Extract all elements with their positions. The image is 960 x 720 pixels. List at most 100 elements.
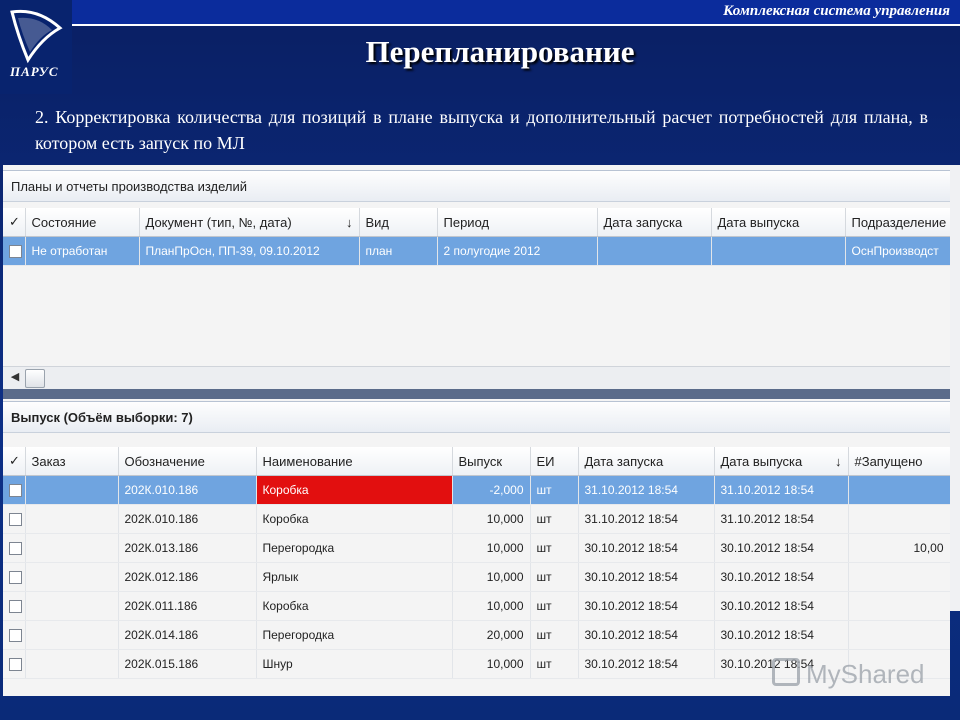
order-cell xyxy=(25,504,119,534)
release-cell: 30.10.2012 18:54 xyxy=(714,562,849,592)
state-cell: Не отработан xyxy=(25,236,140,266)
launch-cell: 30.10.2012 18:54 xyxy=(578,649,715,679)
launch-cell: 31.10.2012 18:54 xyxy=(578,504,715,534)
code-cell: 202К.010.186 xyxy=(118,475,257,505)
release-cell: 30.10.2012 18:54 xyxy=(714,591,849,621)
qty-cell: 20,000 xyxy=(452,620,531,650)
name-cell: Шнур xyxy=(256,649,453,679)
launch-cell: 30.10.2012 18:54 xyxy=(578,620,715,650)
output-panel-title: Выпуск (Объём выборки: 7) xyxy=(3,401,950,433)
code-cell: 202К.010.186 xyxy=(118,504,257,534)
row-checkbox[interactable] xyxy=(9,600,22,614)
description-text: 2. Корректировка количества для позиций … xyxy=(35,107,928,153)
period-cell: 2 полугодие 2012 xyxy=(437,236,598,266)
column-header-launch[interactable]: Дата запуска xyxy=(578,447,715,476)
release-cell: 31.10.2012 18:54 xyxy=(714,475,849,505)
unit-cell: шт xyxy=(530,591,579,621)
order-cell xyxy=(25,475,119,505)
launch-cell: 31.10.2012 18:54 xyxy=(578,475,715,505)
column-header-period[interactable]: Период xyxy=(437,208,598,237)
check-column-header[interactable]: ✓ xyxy=(3,208,26,237)
code-cell: 202К.013.186 xyxy=(118,533,257,563)
column-header-unit[interactable]: ЕИ xyxy=(530,447,579,476)
plans-panel-title: Планы и отчеты производства изделий xyxy=(3,170,950,202)
unit-cell: шт xyxy=(530,649,579,679)
row-checkbox[interactable] xyxy=(9,513,22,527)
watermark: MyShared xyxy=(772,658,925,690)
row-checkbox[interactable] xyxy=(9,542,22,556)
name-cell: Коробка xyxy=(256,591,453,621)
order-cell xyxy=(25,620,119,650)
release-cell: 30.10.2012 18:54 xyxy=(714,533,849,563)
code-cell: 202К.011.186 xyxy=(118,591,257,621)
header-divider xyxy=(72,24,960,26)
column-header-launch-date[interactable]: Дата запуска xyxy=(597,208,712,237)
column-header-document[interactable]: Документ (тип, №, дата) ↓ xyxy=(139,208,360,237)
column-header-kind[interactable]: Вид xyxy=(359,208,438,237)
scroll-thumb[interactable] xyxy=(25,369,45,388)
scroll-left-icon[interactable]: ◀ xyxy=(7,369,23,385)
table-row[interactable]: 202К.010.186 Коробка -2,000 шт 31.10.201… xyxy=(3,475,950,505)
row-checkbox[interactable] xyxy=(9,658,22,672)
column-header-order[interactable]: Заказ xyxy=(25,447,119,476)
row-checkbox[interactable] xyxy=(9,245,22,259)
code-cell: 202К.012.186 xyxy=(118,562,257,592)
output-table: ✓ Заказ Обозначение Наименование Выпуск … xyxy=(3,447,950,679)
check-column-header[interactable]: ✓ xyxy=(3,447,26,476)
column-header-department[interactable]: Подразделение xyxy=(845,208,950,237)
department-cell: ОснПроизводст xyxy=(845,236,950,266)
side-strip xyxy=(950,165,960,611)
horizontal-scrollbar[interactable]: ◀ xyxy=(3,366,950,389)
app-window: Планы и отчеты производства изделий ✓ Со… xyxy=(3,165,950,696)
unit-cell: шт xyxy=(530,475,579,505)
column-header-launched[interactable]: #Запущено xyxy=(848,447,950,476)
release-date-cell xyxy=(711,236,846,266)
panel-splitter[interactable] xyxy=(3,389,950,399)
qty-cell: 10,000 xyxy=(452,562,531,592)
column-header-name[interactable]: Наименование xyxy=(256,447,453,476)
column-header-release[interactable]: Дата выпуска ↓ xyxy=(714,447,849,476)
name-cell: Коробка xyxy=(256,475,453,505)
launched-cell xyxy=(848,620,950,650)
table-row[interactable]: 202К.013.186 Перегородка 10,000 шт 30.10… xyxy=(3,533,950,563)
table-row[interactable]: 202К.010.186 Коробка 10,000 шт 31.10.201… xyxy=(3,504,950,534)
sort-down-icon: ↓ xyxy=(346,214,353,230)
launched-cell xyxy=(848,591,950,621)
page-title: Перепланирование xyxy=(365,34,635,69)
order-cell xyxy=(25,562,119,592)
launched-cell: 10,00 xyxy=(848,533,950,563)
qty-cell: 10,000 xyxy=(452,649,531,679)
row-checkbox[interactable] xyxy=(9,629,22,643)
row-checkbox[interactable] xyxy=(9,484,22,498)
qty-cell: 10,000 xyxy=(452,533,531,563)
table-row[interactable]: 202К.012.186 Ярлык 10,000 шт 30.10.2012 … xyxy=(3,562,950,592)
column-header-code[interactable]: Обозначение xyxy=(118,447,257,476)
column-header-state[interactable]: Состояние xyxy=(25,208,140,237)
column-header-qty[interactable]: Выпуск xyxy=(452,447,531,476)
row-checkbox[interactable] xyxy=(9,571,22,585)
watermark-logo-icon xyxy=(772,658,800,686)
qty-cell: -2,000 xyxy=(452,475,531,505)
launch-cell: 30.10.2012 18:54 xyxy=(578,591,715,621)
code-cell: 202К.015.186 xyxy=(118,649,257,679)
qty-cell: 10,000 xyxy=(452,591,531,621)
name-cell: Перегородка xyxy=(256,533,453,563)
launch-cell: 30.10.2012 18:54 xyxy=(578,533,715,563)
table-row[interactable]: 202К.011.186 Коробка 10,000 шт 30.10.201… xyxy=(3,591,950,621)
system-title: Комплексная система управления xyxy=(723,3,950,19)
table-row[interactable]: Не отработан ПланПрОсн, ПП-39, 09.10.201… xyxy=(3,236,950,266)
unit-cell: шт xyxy=(530,620,579,650)
release-cell: 31.10.2012 18:54 xyxy=(714,504,849,534)
column-header-release-date[interactable]: Дата выпуска xyxy=(711,208,846,237)
launch-cell: 30.10.2012 18:54 xyxy=(578,562,715,592)
code-cell: 202К.014.186 xyxy=(118,620,257,650)
order-cell xyxy=(25,591,119,621)
launched-cell xyxy=(848,504,950,534)
qty-cell: 10,000 xyxy=(452,504,531,534)
table-row[interactable]: 202К.014.186 Перегородка 20,000 шт 30.10… xyxy=(3,620,950,650)
launched-cell xyxy=(848,475,950,505)
launch-date-cell xyxy=(597,236,712,266)
kind-cell: план xyxy=(359,236,438,266)
release-cell: 30.10.2012 18:54 xyxy=(714,620,849,650)
top-bar: Комплексная система управления xyxy=(0,0,960,24)
